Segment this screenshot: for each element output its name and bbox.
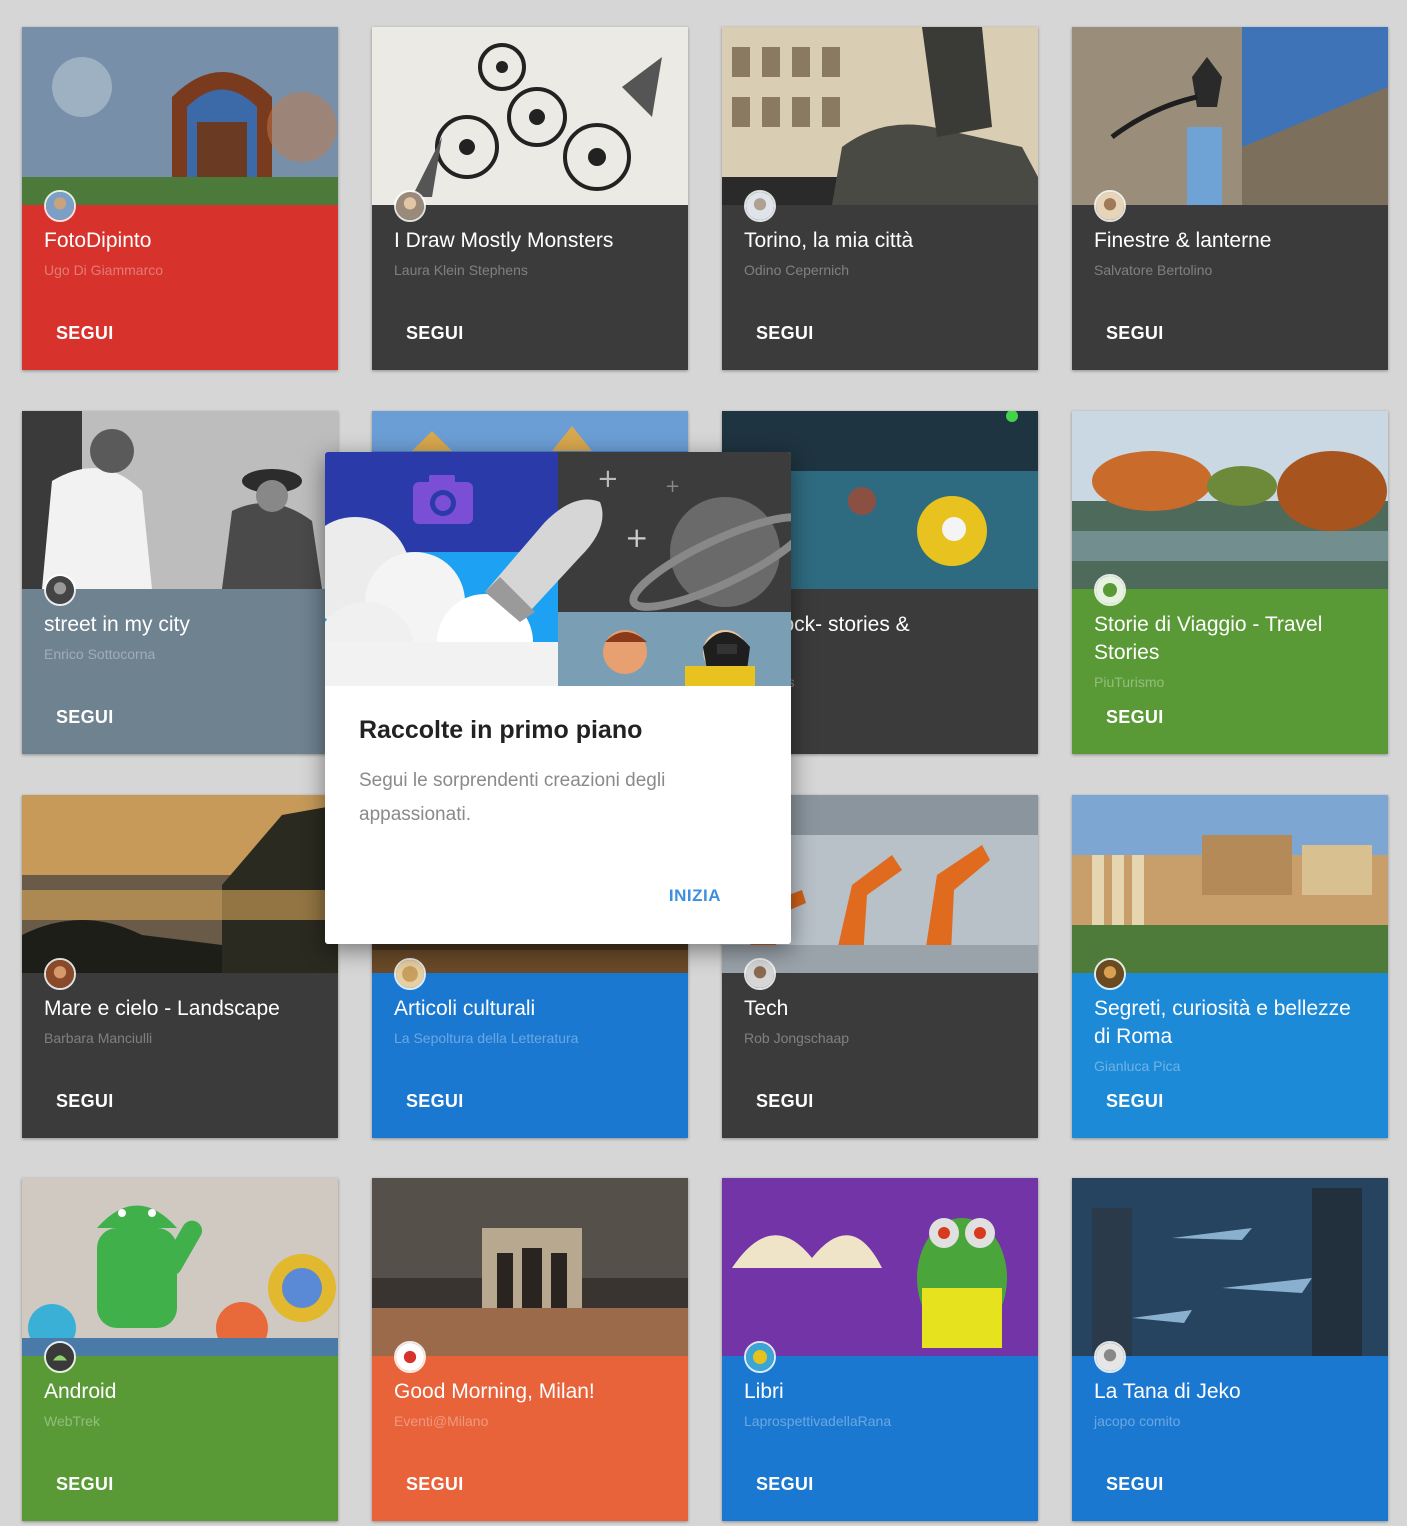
collection-title: Mare e cielo - Landscape (44, 997, 280, 1020)
collection-author: PiuTurismo (1094, 674, 1165, 690)
card-photo (1072, 1178, 1388, 1356)
featured-collections-dialog: + + + Raccolte in primo piano Segui le s… (325, 452, 791, 944)
camera-icon (413, 475, 473, 524)
collection-card[interactable]: Mare e cielo - Landscape Barbara Manciul… (22, 795, 338, 1138)
collection-author: LaprospettivadellaRana (744, 1413, 892, 1429)
collection-title: street in my city (44, 613, 190, 636)
avatar (744, 1341, 776, 1373)
follow-button[interactable]: SEGUI (406, 1474, 464, 1495)
dialog-text: Segui le sorprendenti creazioni degli ap… (359, 770, 666, 825)
follow-button[interactable]: SEGUI (56, 707, 114, 728)
collection-title: La Tana di Jeko (1094, 1380, 1241, 1403)
follow-button[interactable]: SEGUI (1106, 1474, 1164, 1495)
card-photo (22, 795, 338, 973)
collection-title: Android (44, 1380, 117, 1403)
follow-button[interactable]: SEGUI (756, 1091, 814, 1112)
collection-author: Salvatore Bertolino (1094, 262, 1213, 278)
follow-button[interactable]: SEGUI (56, 1091, 114, 1112)
follow-button[interactable]: SEGUI (1106, 1091, 1164, 1112)
collection-card[interactable]: Android WebTrek SEGUI (22, 1178, 338, 1521)
follow-button[interactable]: SEGUI (406, 323, 464, 344)
collection-author: Laura Klein Stephens (394, 262, 528, 278)
card-photo (1072, 795, 1388, 973)
avatar (744, 190, 776, 222)
collection-card[interactable]: Libri LaprospettivadellaRana SEGUI (722, 1178, 1038, 1521)
svg-text:+: + (597, 464, 619, 494)
follow-button[interactable]: SEGUI (756, 323, 814, 344)
follow-button[interactable]: SEGUI (406, 1091, 464, 1112)
follow-button[interactable]: SEGUI (1106, 707, 1164, 728)
avatar (44, 958, 76, 990)
collection-card[interactable]: La Tana di Jeko jacopo comito SEGUI (1072, 1178, 1388, 1521)
collection-author: Rob Jongschaap (744, 1030, 850, 1046)
collection-author: La Sepoltura della Letteratura (394, 1030, 579, 1046)
svg-text:+: + (665, 476, 680, 497)
avatar (44, 190, 76, 222)
collection-title: Libri (744, 1380, 784, 1403)
collection-author: jacopo comito (1094, 1413, 1181, 1429)
collection-card[interactable]: Good Morning, Milan! Eventi@Milano SEGUI (372, 1178, 688, 1521)
avatar (1094, 574, 1126, 606)
collection-author: Enrico Sottocorna (44, 646, 156, 662)
collection-title: Good Morning, Milan! (394, 1380, 595, 1403)
start-button[interactable]: INIZIA (669, 886, 721, 906)
avatar (1094, 958, 1126, 990)
collection-author: WebTrek (44, 1413, 101, 1429)
dialog-illustration: + + + (325, 452, 791, 686)
collection-card[interactable]: street in my city Enrico Sottocorna SEGU… (22, 411, 338, 754)
collection-author: Gianluca Pica (1094, 1058, 1181, 1074)
avatar (394, 1341, 426, 1373)
collection-title: Tech (744, 997, 789, 1020)
collection-title: Torino, la mia città (744, 229, 914, 252)
follow-button[interactable]: SEGUI (56, 323, 114, 344)
card-photo (1072, 27, 1388, 205)
collection-title: Segreti, curiosità e bellezze di Roma (1094, 997, 1351, 1048)
collection-author: Barbara Manciulli (44, 1030, 153, 1046)
avatar (1094, 1341, 1126, 1373)
collection-card[interactable]: Finestre & lanterne Salvatore Bertolino … (1072, 27, 1388, 370)
collection-title: Storie di Viaggio - Travel Stories (1094, 613, 1323, 664)
collection-card[interactable]: I Draw Mostly Monsters Laura Klein Steph… (372, 27, 688, 370)
follow-button[interactable]: SEGUI (1106, 323, 1164, 344)
collection-author: Ugo Di Giammarco (44, 262, 164, 278)
avatar (394, 958, 426, 990)
dialog-title: Raccolte in primo piano (359, 716, 643, 744)
card-photo (22, 27, 338, 205)
card-photo (722, 27, 1038, 205)
collection-title: I Draw Mostly Monsters (394, 229, 614, 252)
card-photo (1072, 411, 1388, 589)
follow-button[interactable]: SEGUI (56, 1474, 114, 1495)
collection-author: Eventi@Milano (394, 1413, 489, 1429)
avatar (44, 1341, 76, 1373)
avatar (394, 190, 426, 222)
collection-card[interactable]: FotoDipinto Ugo Di Giammarco SEGUI (22, 27, 338, 370)
collection-card[interactable]: Torino, la mia città Odino Cepernich SEG… (722, 27, 1038, 370)
avatar (744, 958, 776, 990)
card-photo (372, 1178, 688, 1356)
collection-card[interactable]: Storie di Viaggio - Travel Stories PiuTu… (1072, 411, 1388, 754)
collection-title: FotoDipinto (44, 229, 152, 252)
collection-title: Finestre & lanterne (1094, 229, 1272, 252)
card-photo (22, 411, 338, 589)
card-photo (722, 1178, 1038, 1356)
avatar (44, 574, 76, 606)
follow-button[interactable]: SEGUI (756, 1474, 814, 1495)
collection-card[interactable]: Segreti, curiosità e bellezze di Roma Gi… (1072, 795, 1388, 1138)
card-photo (22, 1178, 338, 1356)
svg-text:+: + (625, 521, 648, 554)
collection-title: Articoli culturali (394, 997, 536, 1020)
collection-author: Odino Cepernich (744, 262, 850, 278)
avatar (1094, 190, 1126, 222)
card-photo (372, 27, 688, 205)
